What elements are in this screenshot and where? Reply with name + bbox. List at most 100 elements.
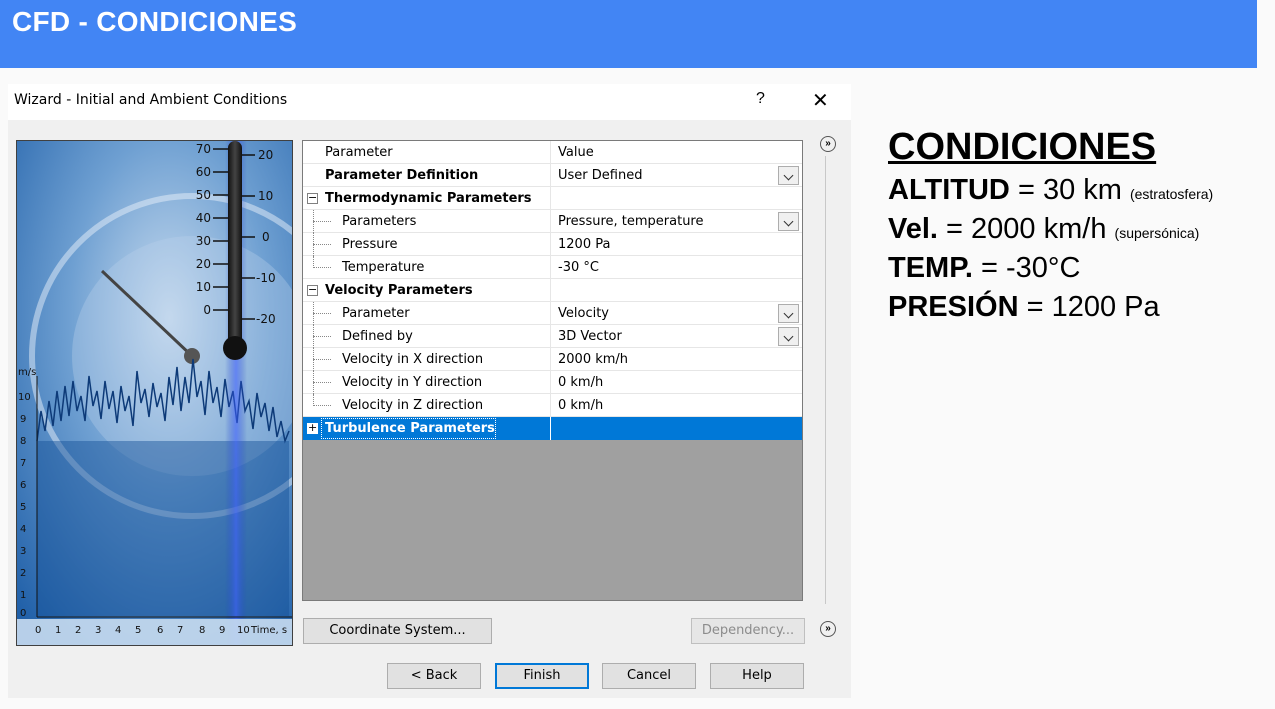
wizard-dialog: Wizard - Initial and Ambient Conditions … — [8, 84, 851, 698]
note-value: = 30 km — [1009, 174, 1130, 206]
row-value[interactable]: -30 °C — [558, 260, 599, 275]
row-label: Thermodynamic Parameters — [325, 191, 532, 206]
svg-text:1: 1 — [20, 590, 26, 601]
row-label: Velocity in X direction — [342, 352, 484, 367]
svg-text:10: 10 — [258, 189, 273, 203]
column-separator — [550, 348, 551, 371]
note-velocity: Vel. = 2000 km/h (supersónica) — [888, 210, 1213, 249]
tree-line — [313, 313, 331, 314]
row-value[interactable]: 0 km/h — [558, 398, 603, 413]
grid-row-defined-by[interactable]: Defined by 3D Vector — [303, 325, 802, 348]
svg-text:10: 10 — [237, 625, 250, 636]
help-icon[interactable]: ? — [756, 90, 765, 108]
row-label: Pressure — [342, 237, 398, 252]
column-separator — [550, 187, 551, 210]
back-button[interactable]: < Back — [387, 663, 481, 689]
row-value[interactable]: 2000 km/h — [558, 352, 628, 367]
svg-text:0: 0 — [203, 303, 211, 317]
thermometer-bulb — [223, 336, 247, 360]
chevron-down-icon[interactable] — [778, 212, 799, 231]
chevron-down-icon[interactable] — [778, 166, 799, 185]
svg-text:6: 6 — [157, 625, 163, 636]
chevron-down-icon[interactable] — [778, 327, 799, 346]
svg-text:6: 6 — [20, 480, 26, 491]
svg-text:5: 5 — [135, 625, 141, 636]
grid-row-velocity-z[interactable]: Velocity in Z direction 0 km/h — [303, 394, 802, 417]
close-icon[interactable]: ✕ — [812, 88, 829, 113]
svg-text:60: 60 — [196, 165, 211, 179]
slide-header: CFD - CONDICIONES — [0, 0, 1257, 68]
thermometer-illustration: 70 60 50 40 30 20 10 0 20 10 0 -10 -20 m — [17, 141, 292, 645]
grid-row-turbulence-parameters[interactable]: + Turbulence Parameters — [303, 417, 802, 440]
signal-fill — [37, 441, 289, 616]
tree-line — [313, 267, 331, 268]
row-value[interactable]: 3D Vector — [558, 329, 622, 344]
grid-row-velocity-parameters[interactable]: − Velocity Parameters — [303, 279, 802, 302]
note-temperature: TEMP. = -30°C — [888, 249, 1213, 288]
row-value[interactable]: User Defined — [558, 168, 642, 183]
grid-row-parameters[interactable]: Parameters Pressure, temperature — [303, 210, 802, 233]
row-value[interactable]: 0 km/h — [558, 375, 603, 390]
cancel-button[interactable]: Cancel — [602, 663, 696, 689]
grid-row-thermodynamic-parameters[interactable]: − Thermodynamic Parameters — [303, 187, 802, 210]
row-label: Parameters — [342, 214, 417, 229]
svg-text:0: 0 — [35, 625, 41, 636]
tree-line — [313, 405, 331, 406]
svg-text:10: 10 — [18, 392, 31, 403]
svg-text:7: 7 — [20, 458, 26, 469]
svg-text:1: 1 — [55, 625, 61, 636]
row-label: Turbulence Parameters — [325, 421, 495, 436]
svg-text:2: 2 — [20, 568, 26, 579]
parameter-grid: Parameter Value Parameter Definition Use… — [302, 140, 803, 601]
collapse-icon[interactable]: − — [307, 192, 318, 204]
column-separator — [550, 233, 551, 256]
svg-text:8: 8 — [20, 436, 26, 447]
note-comment: (supersónica) — [1114, 225, 1200, 241]
wizard-illustration: 70 60 50 40 30 20 10 0 20 10 0 -10 -20 m — [16, 140, 293, 646]
column-header-parameter: Parameter — [325, 145, 393, 160]
svg-text:20: 20 — [196, 257, 211, 271]
coordinate-system-button[interactable]: Coordinate System... — [303, 618, 492, 644]
tree-line — [313, 359, 331, 360]
grid-row-velocity-y[interactable]: Velocity in Y direction 0 km/h — [303, 371, 802, 394]
grid-row-parameter[interactable]: Parameter Velocity — [303, 302, 802, 325]
collapse-icon[interactable]: − — [307, 284, 318, 296]
row-value[interactable]: Pressure, temperature — [558, 214, 704, 229]
svg-text:m/s: m/s — [18, 367, 36, 378]
svg-text:Time, s: Time, s — [250, 625, 287, 636]
grid-row-temperature[interactable]: Temperature -30 °C — [303, 256, 802, 279]
svg-text:10: 10 — [196, 280, 211, 294]
dialog-title: Wizard - Initial and Ambient Conditions — [14, 92, 288, 108]
note-pressure: PRESIÓN = 1200 Pa — [888, 288, 1213, 327]
svg-text:4: 4 — [20, 524, 26, 535]
grid-row-parameter-definition[interactable]: Parameter Definition User Defined — [303, 164, 802, 187]
expand-icon[interactable]: + — [307, 422, 318, 434]
column-separator — [550, 371, 551, 394]
chevron-down-icon[interactable] — [778, 304, 799, 323]
finish-button[interactable]: Finish — [495, 663, 589, 689]
notes-heading: CONDICIONES — [888, 126, 1157, 168]
expand-panel-icon[interactable]: » — [820, 621, 836, 637]
grid-row-velocity-x[interactable]: Velocity in X direction 2000 km/h — [303, 348, 802, 371]
expand-panel-icon[interactable]: » — [820, 136, 836, 152]
row-value[interactable]: 1200 Pa — [558, 237, 610, 252]
svg-text:3: 3 — [95, 625, 101, 636]
help-button[interactable]: Help — [710, 663, 804, 689]
note-label: Vel. — [888, 213, 938, 245]
note-label: PRESIÓN — [888, 291, 1019, 323]
svg-text:0: 0 — [262, 230, 270, 244]
tree-line — [313, 244, 331, 245]
column-separator — [550, 210, 551, 233]
note-value: = -30°C — [972, 252, 1081, 284]
column-separator — [550, 164, 551, 187]
row-value[interactable]: Velocity — [558, 306, 609, 321]
note-label: ALTITUD — [888, 174, 1010, 206]
column-separator — [550, 141, 551, 164]
column-separator — [550, 279, 551, 302]
column-separator — [550, 302, 551, 325]
dependency-button[interactable]: Dependency... — [691, 618, 805, 644]
side-scroll-rail[interactable] — [825, 156, 828, 604]
svg-text:-20: -20 — [256, 312, 276, 326]
grid-row-pressure[interactable]: Pressure 1200 Pa — [303, 233, 802, 256]
svg-text:9: 9 — [20, 414, 26, 425]
